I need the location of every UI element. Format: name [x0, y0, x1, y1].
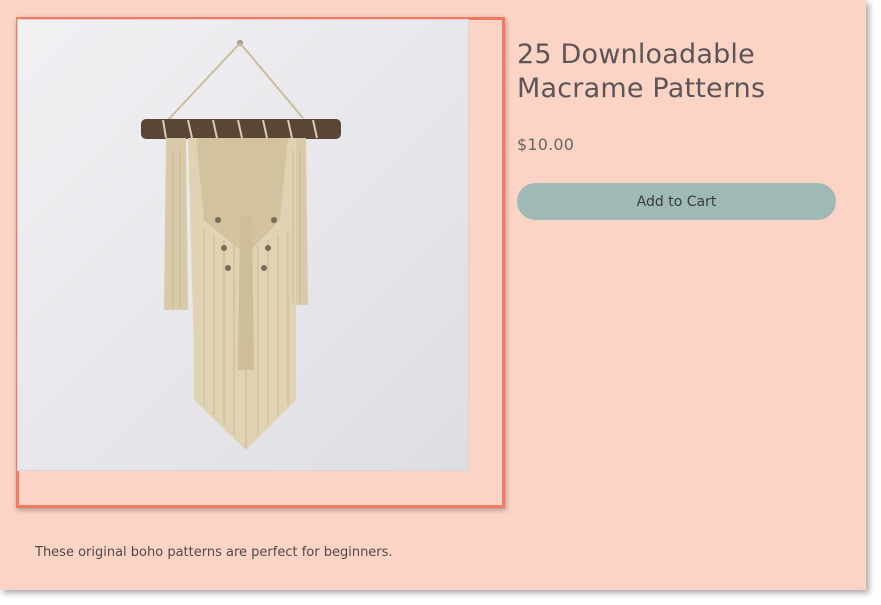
product-image[interactable] [17, 19, 469, 471]
product-title: 25 Downloadable Macrame Patterns [517, 39, 766, 104]
product-price: $10.00 [517, 135, 575, 154]
product-page-panel: 25 Downloadable Macrame Patterns $10.00 … [0, 0, 866, 590]
macrame-wall-hanging-illustration [141, 40, 341, 450]
product-description: These original boho patterns are perfect… [35, 545, 393, 560]
add-to-cart-button[interactable]: Add to Cart [517, 183, 836, 220]
